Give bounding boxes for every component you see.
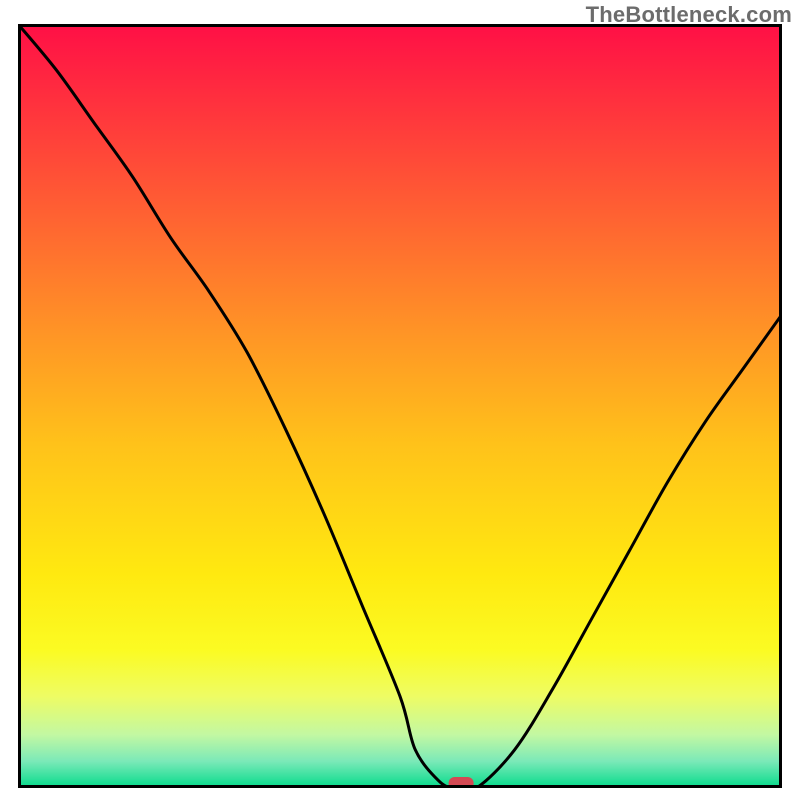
bottleneck-chart [18,24,782,788]
chart-background [18,24,782,788]
chart-container: TheBottleneck.com [0,0,800,800]
watermark-text: TheBottleneck.com [586,2,792,28]
